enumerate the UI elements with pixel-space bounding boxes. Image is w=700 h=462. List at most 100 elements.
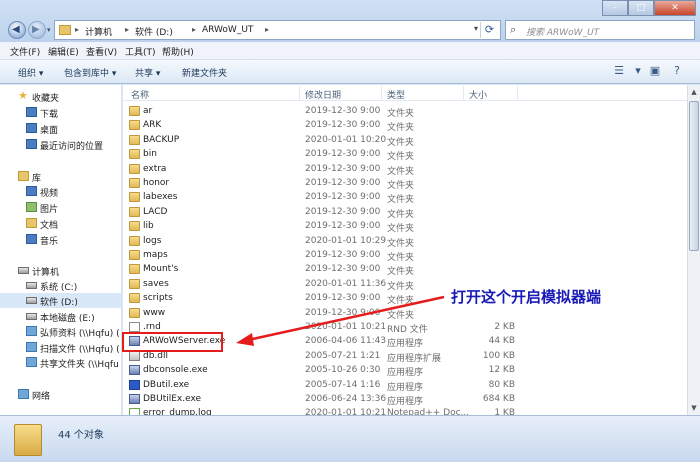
scrollbar-thumb[interactable] bbox=[689, 101, 699, 251]
table-row[interactable]: Mount's 2019-12-30 9:00 文件夹 bbox=[123, 262, 687, 277]
table-row[interactable]: DButil.exe 2005-07-14 1:16 应用程序 80 KB bbox=[123, 378, 687, 393]
table-row[interactable]: dbconsole.exe 2005-10-26 0:30 应用程序 12 KB bbox=[123, 363, 687, 378]
breadcrumb-drive-d[interactable]: 软件 (D:) bbox=[135, 25, 173, 38]
column-divider[interactable] bbox=[299, 86, 300, 100]
nav-favorites-label: 收藏夹 bbox=[32, 94, 60, 104]
preview-pane-icon[interactable]: ▣ bbox=[646, 64, 664, 80]
menu-file[interactable]: 文件(F) bbox=[10, 45, 40, 58]
menu-tools[interactable]: 工具(T) bbox=[125, 45, 156, 58]
menu-edit[interactable]: 编辑(E) bbox=[48, 45, 79, 58]
nav-music[interactable]: 音乐 bbox=[0, 232, 121, 247]
view-dropdown-icon[interactable]: ▾ bbox=[629, 64, 647, 80]
nav-drive-c[interactable]: 系统 (C:) bbox=[0, 278, 121, 293]
table-row[interactable]: labexes 2019-12-30 9:00 文件夹 bbox=[123, 190, 687, 205]
file-type: 文件夹 bbox=[387, 238, 415, 249]
folder-icon bbox=[129, 163, 140, 174]
table-row[interactable]: extra 2019-12-30 9:00 文件夹 bbox=[123, 162, 687, 177]
table-row[interactable]: bin 2019-12-30 9:00 文件夹 bbox=[123, 147, 687, 162]
nav-network-share-2[interactable]: 扫描文件 (\\Hqfu) ( bbox=[0, 340, 121, 355]
search-placeholder: 搜索 ARWoW_UT bbox=[526, 28, 600, 38]
application-icon bbox=[129, 394, 140, 404]
table-row[interactable]: error_dump.log 2020-01-01 10:21 Notepad++ … bbox=[123, 406, 687, 415]
table-row[interactable]: ARK 2019-12-30 9:00 文件夹 bbox=[123, 118, 687, 134]
file-date: 2020-01-01 10:21 bbox=[305, 408, 387, 415]
minimize-button[interactable]: – bbox=[602, 0, 628, 16]
folder-icon bbox=[129, 149, 140, 160]
refresh-icon[interactable]: ⟳ bbox=[480, 22, 498, 38]
help-icon[interactable]: ? bbox=[668, 64, 686, 80]
breadcrumb-separator[interactable]: ▸ bbox=[192, 25, 196, 34]
nav-network-share-1[interactable]: 弘师资料 (\\Hqfu) ( bbox=[0, 324, 121, 339]
column-type[interactable]: 类型 bbox=[387, 88, 405, 101]
address-dropdown-icon[interactable]: ▾ bbox=[474, 24, 478, 33]
forward-button[interactable]: ▶ bbox=[28, 21, 46, 39]
nav-videos[interactable]: 视频 bbox=[0, 184, 121, 199]
file-type: RND 文件 bbox=[387, 325, 428, 335]
file-name: scripts bbox=[143, 293, 173, 304]
breadcrumb-arwow-ut[interactable]: ARWoW_UT bbox=[202, 25, 253, 35]
column-size[interactable]: 大小 bbox=[469, 88, 487, 101]
new-folder-button[interactable]: 新建文件夹 bbox=[182, 66, 227, 79]
table-row[interactable]: honor 2019-12-30 9:00 文件夹 bbox=[123, 176, 687, 191]
nav-favorites[interactable]: ★ 收藏夹 bbox=[0, 89, 121, 104]
table-row[interactable]: scripts 2019-12-30 9:00 文件夹 bbox=[123, 291, 687, 306]
nav-drive-e[interactable]: 本地磁盘 (E:) bbox=[0, 309, 121, 324]
file-name: saves bbox=[143, 278, 169, 289]
nav-network[interactable]: 网络 bbox=[0, 387, 121, 402]
table-row[interactable]: BACKUP 2020-01-01 10:20 文件夹 bbox=[123, 133, 687, 148]
file-date: 2019-12-30 9:00 bbox=[305, 163, 381, 174]
breadcrumb-separator[interactable]: ▸ bbox=[75, 25, 79, 34]
table-row[interactable]: LACD 2019-12-30 9:00 文件夹 bbox=[123, 205, 687, 220]
table-row[interactable]: lib 2019-12-30 9:00 文件夹 bbox=[123, 219, 687, 234]
table-row[interactable]: logs 2020-01-01 10:29 文件夹 bbox=[123, 234, 687, 249]
breadcrumb-separator[interactable]: ▸ bbox=[265, 25, 269, 34]
column-divider[interactable] bbox=[381, 86, 382, 100]
address-bar[interactable]: ▸ 计算机 ▸ 软件 (D:) ▸ ARWoW_UT ▸ ▾ ⟳ bbox=[54, 20, 501, 40]
item-count: 44 个对象 bbox=[58, 430, 104, 441]
breadcrumb-separator[interactable]: ▸ bbox=[125, 25, 129, 34]
table-row[interactable]: saves 2020-01-01 11:36 文件夹 bbox=[123, 277, 687, 292]
recent-pages-dropdown[interactable]: ▾ bbox=[47, 26, 51, 34]
menu-view[interactable]: 查看(V) bbox=[86, 45, 117, 58]
scroll-up-icon[interactable]: ▲ bbox=[688, 85, 700, 99]
nav-pictures[interactable]: 图片 bbox=[0, 200, 121, 215]
column-divider[interactable] bbox=[517, 86, 518, 100]
nav-drive-d[interactable]: 软件 (D:) bbox=[0, 293, 121, 308]
nav-libraries[interactable]: 库 bbox=[0, 169, 121, 184]
nav-downloads[interactable]: 下载 bbox=[0, 105, 121, 120]
table-row[interactable]: DBUtilEx.exe 2006-06-24 13:36 应用程序 684 KB bbox=[123, 392, 687, 407]
vertical-scrollbar[interactable]: ▲ ▼ bbox=[687, 85, 700, 415]
nav-network-share-3[interactable]: 共享文件夹 (\\Hqfu bbox=[0, 355, 121, 370]
file-name: bin bbox=[143, 149, 157, 160]
file-type: 文件夹 bbox=[387, 123, 415, 134]
nav-recent-places[interactable]: 最近访问的位置 bbox=[0, 137, 121, 152]
include-in-library-button[interactable]: 包含到库中 ▾ bbox=[64, 66, 116, 79]
maximize-button[interactable]: □ bbox=[628, 0, 654, 16]
back-button[interactable]: ◀ bbox=[8, 21, 26, 39]
table-row[interactable]: ar 2019-12-30 9:00 文件夹 bbox=[123, 104, 687, 119]
menu-help[interactable]: 帮助(H) bbox=[162, 45, 194, 58]
close-button[interactable]: ✕ bbox=[654, 0, 696, 16]
share-button[interactable]: 共享 ▾ bbox=[135, 66, 160, 79]
nav-desktop[interactable]: 桌面 bbox=[0, 121, 121, 136]
column-name[interactable]: 名称 bbox=[131, 88, 149, 101]
column-date[interactable]: 修改日期 bbox=[305, 88, 341, 101]
file-date: 2005-07-14 1:16 bbox=[305, 379, 381, 390]
nav-computer[interactable]: 计算机 bbox=[0, 263, 121, 278]
nav-libraries-label: 库 bbox=[32, 174, 42, 184]
recent-places-icon bbox=[26, 139, 37, 149]
column-divider[interactable] bbox=[463, 86, 464, 100]
view-options-icon[interactable]: ☰ bbox=[610, 64, 628, 80]
nav-network-share-2-label: 扫描文件 (\\Hqfu) ( bbox=[40, 345, 120, 355]
table-row[interactable]: maps 2019-12-30 9:00 文件夹 bbox=[123, 248, 687, 263]
nav-documents[interactable]: 文档 bbox=[0, 216, 121, 231]
scroll-down-icon[interactable]: ▼ bbox=[688, 401, 700, 415]
file-name: extra bbox=[143, 163, 167, 174]
breadcrumb-computer[interactable]: 计算机 bbox=[85, 25, 112, 38]
organize-button[interactable]: 组织 ▾ bbox=[18, 66, 43, 79]
folder-icon bbox=[129, 178, 140, 188]
videos-icon bbox=[26, 186, 37, 196]
file-type: 文件夹 bbox=[387, 209, 415, 220]
search-box[interactable]: ⌕ 搜索 ARWoW_UT bbox=[505, 20, 695, 40]
table-row[interactable]: www 2019-12-30 9:00 文件夹 bbox=[123, 306, 687, 321]
